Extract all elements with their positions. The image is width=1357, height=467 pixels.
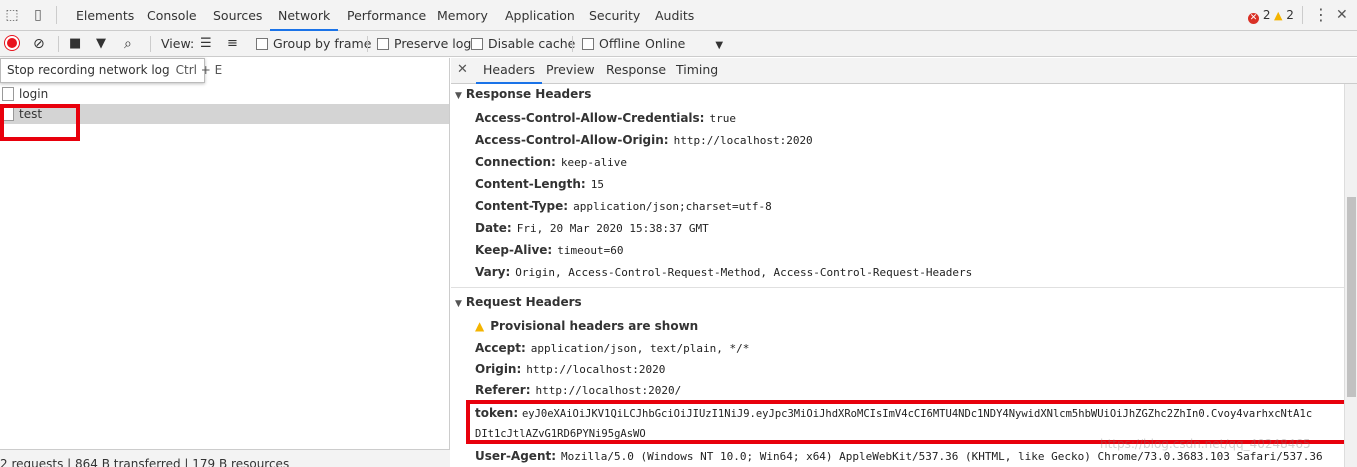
tab-preview[interactable]: Preview (546, 58, 595, 84)
response-headers-section[interactable]: ▼ Response Headers (455, 85, 591, 103)
group-by-frame-label: Group by frame (273, 36, 372, 51)
search-icon[interactable]: ⌕ (124, 35, 132, 53)
token-key: token: (475, 406, 519, 420)
detail-tabbar: ✕ Headers Preview Response Timing (451, 58, 1357, 84)
close-icon[interactable]: ✕ (457, 62, 468, 78)
token-continuation-row: DIt1cJtlAZvG1RD6PYNi95gAsWO (475, 425, 646, 442)
tab-timing[interactable]: Timing (676, 58, 718, 84)
device-toolbar-icon[interactable]: ▯ (30, 7, 46, 23)
offline-label: Offline (599, 36, 641, 51)
close-devtools-icon[interactable]: ✕ (1336, 7, 1348, 23)
request-headers-section[interactable]: ▼ Request Headers (455, 293, 582, 311)
checkbox-icon (582, 38, 594, 50)
collapse-triangle-icon: ▼ (455, 91, 462, 101)
header-row: Accept: application/json, text/plain, */* (475, 341, 750, 355)
checkbox-icon (377, 38, 389, 50)
error-counter[interactable]: ✕ 2 (1248, 8, 1270, 24)
header-row: Connection: keep-alive (475, 155, 628, 169)
scrollbar[interactable] (1344, 84, 1357, 467)
section-title: Response Headers (465, 87, 592, 101)
divider (58, 36, 59, 52)
scrollbar-thumb[interactable] (1347, 197, 1356, 397)
devtools-tabbar: ⬚ ▯ Elements Console Sources Network Per… (0, 0, 1357, 31)
warning-icon: ▲ (1274, 9, 1283, 22)
section-title: Request Headers (465, 295, 582, 309)
screenshot-camera-icon[interactable]: ■ (69, 35, 81, 53)
disable-cache-label: Disable cache (488, 36, 576, 51)
network-toolbar: ⊘ ■ ▼ ⌕ View: ☰ ≡ Group by frame Preserv… (0, 31, 1357, 57)
status-text: 2 requests | 864 B transferred | 179 B r… (0, 457, 290, 467)
highlight-box-test (0, 104, 80, 141)
more-options-icon[interactable]: ⋮ (1313, 7, 1329, 23)
warning-count: 2 (1286, 8, 1294, 22)
throttling-select[interactable]: Online ▼ (645, 35, 723, 53)
token-value-line1: eyJ0eXAiOiJKV1QiLCJhbGciOiJIUzI1NiJ9.eyJ… (521, 408, 1313, 420)
offline-checkbox[interactable]: Offline (582, 35, 640, 53)
filter-icon[interactable]: ▼ (96, 35, 106, 53)
collapse-triangle-icon: ▼ (455, 299, 462, 309)
header-row: Vary: Origin, Access-Control-Request-Meth… (475, 265, 973, 279)
preserve-log-checkbox[interactable]: Preserve log (377, 35, 471, 53)
tab-console[interactable]: Console (147, 0, 197, 31)
checkbox-icon (471, 38, 483, 50)
token-value-line2: DIt1cJtlAZvG1RD6PYNi95gAsWO (475, 428, 646, 440)
tab-application[interactable]: Application (505, 0, 575, 31)
tab-security[interactable]: Security (589, 0, 640, 31)
header-row: Origin: http://localhost:2020 (475, 362, 666, 376)
tooltip-shortcut: Ctrl + E (175, 63, 223, 77)
header-row: Access-Control-Allow-Origin: http://local… (475, 133, 813, 147)
divider (572, 36, 573, 52)
tab-elements[interactable]: Elements (76, 0, 134, 31)
waterfall-overview-icon[interactable]: ≡ (227, 35, 238, 53)
view-label: View: (161, 36, 195, 51)
request-name: login (19, 87, 49, 101)
provisional-text: Provisional headers are shown (490, 319, 699, 333)
request-detail-panel: ✕ Headers Preview Response Timing ▼ Respo… (451, 58, 1357, 467)
group-by-frame-checkbox[interactable]: Group by frame (256, 35, 371, 53)
error-count: 2 (1262, 8, 1271, 22)
record-icon[interactable] (5, 36, 19, 50)
preserve-log-label: Preserve log (394, 36, 472, 51)
token-header-row: token: eyJ0eXAiOiJKV1QiLCJhbGciOiJIUzI1N… (475, 405, 1312, 422)
tab-network[interactable]: Network (270, 0, 339, 31)
header-row: Referer: http://localhost:2020/ (475, 383, 682, 397)
tab-memory[interactable]: Memory (437, 0, 488, 31)
tooltip: Stop recording network log Ctrl + E (0, 58, 222, 83)
tooltip-text: Stop recording network log (7, 63, 170, 77)
large-rows-icon[interactable]: ☰ (200, 35, 212, 53)
warning-icon: ▲ (475, 319, 485, 333)
clear-icon[interactable]: ⊘ (33, 35, 45, 53)
section-divider (451, 287, 1345, 288)
error-icon: ✕ (1248, 13, 1259, 24)
header-row: Keep-Alive: timeout=60 (475, 243, 624, 257)
chevron-down-icon: ▼ (715, 40, 724, 51)
header-row: Access-Control-Allow-Credentials: true (475, 111, 736, 125)
tab-headers[interactable]: Headers (476, 58, 543, 84)
checkbox-icon (256, 38, 268, 50)
watermark: https://blog.csdn.net/qq_40248465 (1100, 437, 1311, 451)
throttling-value: Online (645, 36, 686, 51)
header-row: Date: Fri, 20 Mar 2020 15:38:37 GMT (475, 221, 709, 235)
divider (1302, 6, 1303, 24)
file-icon (2, 87, 14, 101)
warning-counter[interactable]: ▲ 2 (1274, 8, 1294, 23)
disable-cache-checkbox[interactable]: Disable cache (471, 35, 575, 53)
tab-audits[interactable]: Audits (655, 0, 694, 31)
divider (150, 36, 151, 52)
request-row-login[interactable]: login (0, 84, 449, 104)
tab-response[interactable]: Response (606, 58, 666, 84)
inspect-element-icon[interactable]: ⬚ (4, 7, 20, 23)
divider (367, 36, 368, 52)
divider (56, 6, 57, 24)
header-row: Content-Length: 15 (475, 177, 604, 191)
provisional-warning: ▲ Provisional headers are shown (475, 316, 698, 336)
header-row: Content-Type: application/json;charset=ut… (475, 199, 772, 213)
tab-sources[interactable]: Sources (213, 0, 262, 31)
status-bar: 2 requests | 864 B transferred | 179 B r… (0, 449, 450, 467)
tab-performance[interactable]: Performance (347, 0, 426, 31)
